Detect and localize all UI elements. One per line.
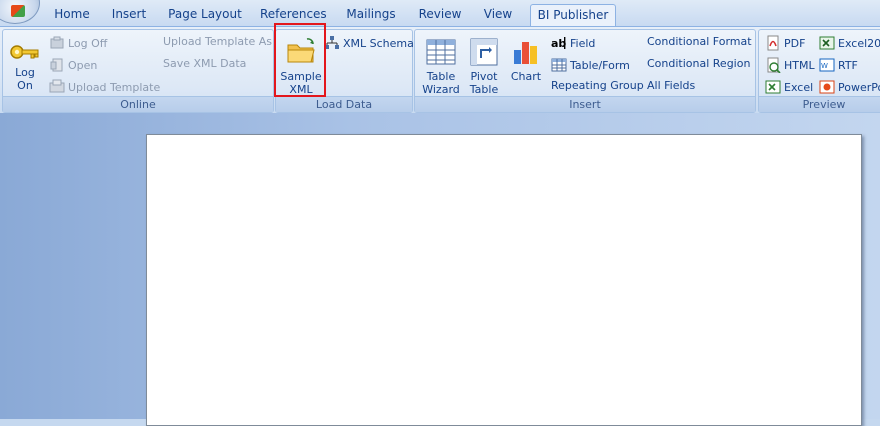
table-wizard-icon — [425, 36, 457, 68]
group-online-label: Online — [3, 96, 273, 112]
chart-label: Chart — [510, 70, 542, 83]
ribbon: Log On Log Off Open Upload Template Uplo… — [0, 26, 880, 114]
conditional-format-label: Conditional Format — [647, 35, 752, 48]
pivot-table-icon — [468, 36, 500, 68]
open-button[interactable]: Open — [49, 57, 97, 73]
powerpoint-icon — [819, 79, 835, 95]
conditional-region-label: Conditional Region — [647, 57, 751, 70]
field-button[interactable]: ab Field — [551, 35, 595, 51]
tab-page-layout[interactable]: Page Layout — [168, 4, 242, 26]
chart-icon — [510, 36, 542, 68]
all-fields-button[interactable]: All Fields — [647, 79, 695, 92]
log-off-icon — [49, 35, 65, 51]
open-label: Open — [68, 58, 98, 72]
office-button[interactable] — [0, 0, 40, 24]
document-page[interactable] — [146, 134, 862, 426]
all-fields-label: All Fields — [647, 79, 696, 92]
tab-home[interactable]: Home — [50, 4, 94, 26]
repeating-group-label: Repeating Group — [551, 79, 644, 92]
preview-pdf-button[interactable]: PDF — [765, 35, 805, 51]
pdf-icon — [765, 35, 781, 51]
table-wizard-label-line2: Wizard — [422, 83, 460, 96]
preview-excel2000-button[interactable]: Excel2000 — [819, 35, 880, 51]
html-label: HTML — [784, 58, 815, 72]
sample-xml-highlight — [274, 23, 326, 97]
xml-schema-label: XML Schema — [343, 36, 414, 50]
office-logo-icon — [11, 5, 25, 17]
pdf-label: PDF — [784, 36, 806, 50]
pivot-table-label-line1: Pivot — [470, 70, 498, 83]
svg-text:W: W — [821, 62, 828, 70]
preview-excel-button[interactable]: Excel — [765, 79, 813, 95]
table-wizard-label-line1: Table — [426, 70, 456, 83]
save-xml-data-button[interactable]: Save XML Data — [163, 57, 246, 70]
preview-html-button[interactable]: HTML — [765, 57, 815, 74]
group-insert-label: Insert — [415, 96, 755, 112]
open-icon — [49, 57, 65, 73]
preview-rtf-button[interactable]: W RTF — [819, 57, 858, 73]
conditional-region-button[interactable]: Conditional Region — [647, 57, 750, 70]
key-icon — [9, 40, 41, 64]
xml-schema-icon — [324, 35, 340, 51]
group-load-data-label: Load Data — [276, 96, 412, 112]
excel-icon — [765, 79, 781, 95]
conditional-format-button[interactable]: Conditional Format — [647, 35, 752, 48]
field-label: Field — [570, 36, 596, 50]
excel2000-label: Excel2000 — [838, 36, 880, 50]
log-off-label: Log Off — [68, 36, 108, 50]
pivot-table-label-line2: Table — [469, 83, 499, 96]
preview-powerpoint-button[interactable]: PowerPoint — [819, 79, 880, 95]
chart-button[interactable]: Chart — [507, 36, 545, 83]
ribbon-tab-bar: Home Insert Page Layout References Maili… — [0, 0, 880, 27]
excel-label: Excel — [784, 80, 814, 94]
tab-insert[interactable]: Insert — [106, 4, 152, 26]
save-xml-data-label: Save XML Data — [163, 57, 247, 70]
powerpoint-label: PowerPoint — [838, 80, 880, 94]
repeating-group-button[interactable]: Repeating Group — [551, 79, 644, 92]
field-icon: ab — [551, 35, 567, 51]
table-form-button[interactable]: Table/Form — [551, 57, 630, 73]
table-form-label: Table/Form — [570, 58, 630, 72]
table-wizard-button[interactable]: Table Wizard — [421, 36, 461, 96]
tab-bi-publisher[interactable]: BI Publisher — [530, 4, 616, 27]
log-on-button[interactable]: Log On — [7, 40, 43, 92]
xml-schema-button[interactable]: XML Schema — [324, 35, 414, 51]
upload-template-button[interactable]: Upload Template — [49, 79, 160, 95]
log-on-label-line1: Log — [15, 66, 35, 79]
group-preview: PDF HTML Excel Excel2000 W RTF PowerPoin… — [758, 29, 880, 113]
rtf-icon: W — [819, 57, 835, 73]
pivot-table-button[interactable]: Pivot Table — [465, 36, 503, 96]
tab-review[interactable]: Review — [418, 4, 462, 26]
log-off-button[interactable]: Log Off — [49, 35, 107, 51]
tab-mailings[interactable]: Mailings — [345, 4, 397, 26]
log-on-label-line2: On — [17, 79, 33, 92]
excel2000-icon — [819, 35, 835, 51]
group-preview-label: Preview — [759, 96, 880, 112]
upload-template-label: Upload Template — [68, 80, 161, 94]
rtf-label: RTF — [838, 58, 858, 72]
html-icon — [765, 57, 781, 74]
upload-template-icon — [49, 79, 65, 95]
group-insert: Table Wizard Pivot Table Chart ab Field … — [414, 29, 756, 113]
upload-template-as-label: Upload Template As — [163, 35, 272, 48]
upload-template-as-button[interactable]: Upload Template As — [163, 35, 272, 48]
tab-view[interactable]: View — [482, 4, 514, 26]
table-form-icon — [551, 57, 567, 73]
group-online: Log On Log Off Open Upload Template Uplo… — [2, 29, 274, 113]
